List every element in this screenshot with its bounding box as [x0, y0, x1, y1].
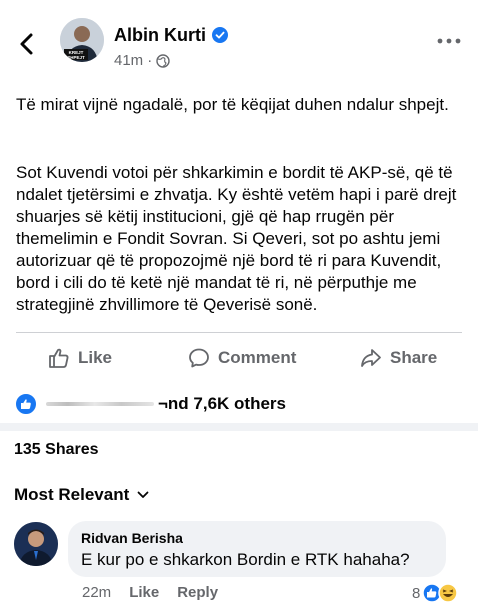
- meta-dot: ·: [147, 52, 153, 69]
- comment-reaction-count: 8: [412, 584, 421, 602]
- chevron-down-icon: [137, 491, 149, 498]
- sort-label: Most Relevant: [14, 485, 130, 504]
- redacted-names: [46, 402, 154, 406]
- like-reaction-icon: [14, 392, 38, 416]
- comment-reply-button[interactable]: Reply: [177, 584, 218, 601]
- post-meta: 41m ·: [114, 52, 170, 69]
- post-paragraph-1: Të mirat vijnë ngadalë, por të këqijat d…: [16, 95, 449, 114]
- author-avatar[interactable]: KREJT SHPEJT: [60, 18, 104, 62]
- commenter-name[interactable]: Ridvan Berisha: [81, 530, 183, 546]
- like-button[interactable]: Like: [48, 346, 112, 370]
- thumbs-up-icon: [49, 348, 69, 368]
- back-arrow-icon[interactable]: [16, 30, 38, 58]
- globe-icon: [156, 53, 170, 68]
- share-arrow-icon: [361, 349, 381, 367]
- reactions-summary[interactable]: ¬nd 7,6K others: [14, 392, 286, 416]
- comment-label: Comment: [218, 348, 297, 367]
- commenter-avatar[interactable]: [14, 522, 58, 566]
- post-time[interactable]: 41m: [114, 52, 143, 69]
- comment-reactions[interactable]: 8: [412, 583, 459, 603]
- more-options-icon[interactable]: [436, 36, 462, 46]
- author-name-row: Albin Kurti: [114, 24, 228, 46]
- author-name[interactable]: Albin Kurti: [114, 24, 206, 46]
- share-label: Share: [390, 348, 438, 367]
- haha-reaction-icon: [438, 583, 459, 603]
- section-separator: [0, 423, 478, 431]
- shares-count[interactable]: 135 Shares: [14, 441, 99, 459]
- comment-like-button[interactable]: Like: [129, 584, 159, 601]
- post-paragraph-2: Sot Kuvendi votoi për shkarkimin e bordi…: [16, 163, 457, 314]
- like-label: Like: [78, 348, 113, 367]
- svg-text:SHPEJT: SHPEJT: [67, 55, 85, 60]
- reactions-text: ¬nd 7,6K others: [158, 394, 287, 413]
- sort-selector[interactable]: Most Relevant: [14, 485, 149, 505]
- divider: [16, 332, 462, 333]
- share-button[interactable]: Share: [360, 346, 437, 370]
- verified-badge-icon: [212, 27, 228, 43]
- comment-meta: 22m Like Reply: [82, 584, 218, 601]
- comment-time: 22m: [82, 584, 112, 601]
- comment-button[interactable]: Comment: [188, 346, 296, 370]
- comment-icon: [189, 348, 209, 368]
- comment-text: E kur po e shkarkon Bordin e RTK hahaha?: [81, 550, 410, 569]
